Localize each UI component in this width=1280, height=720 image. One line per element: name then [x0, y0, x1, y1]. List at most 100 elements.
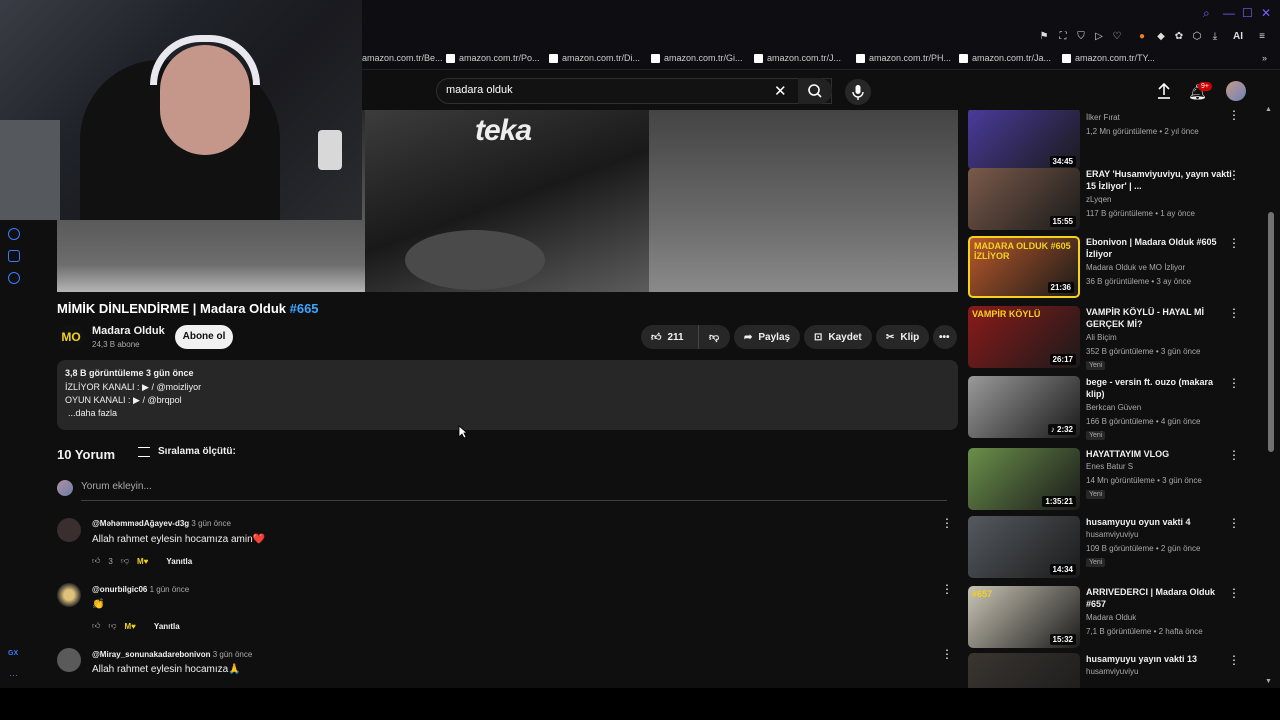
search-input[interactable]: madara olduk [446, 84, 513, 96]
recommendation-menu-icon[interactable]: ⋮ [1228, 448, 1240, 462]
settings-icon[interactable] [8, 272, 20, 284]
pin-icon[interactable]: ⚑ [1038, 31, 1050, 43]
recommendation-item[interactable]: MADARA OLDUK #605 İZLİYOR 21:36 Ebonivon |… [968, 236, 1258, 300]
shield-icon[interactable]: ⛉ [1075, 31, 1087, 43]
like-button[interactable]: 👍︎ 211 [641, 325, 698, 349]
recommendation-title[interactable]: HAYATTAYIM VLOG [1086, 448, 1234, 460]
recommendation-menu-icon[interactable]: ⋮ [1228, 376, 1240, 390]
scroll-down-icon[interactable]: ▼ [1265, 678, 1272, 685]
recommendation-item[interactable]: 1:35:21 HAYATTAYIM VLOG Enes Batur S 14 Mn … [968, 448, 1258, 512]
comment-author[interactable]: @MəhəmmədAğayev-d3g 3 gün önce [92, 519, 231, 528]
minimize-icon[interactable]: — [1223, 6, 1235, 20]
video-thumbnail[interactable]: #657 15:32 [968, 586, 1080, 648]
extension-icon[interactable]: ● [1136, 31, 1148, 43]
extension-2-icon[interactable]: ⬡ [1191, 31, 1203, 43]
more-icon[interactable]: … [9, 668, 18, 678]
recommendation-channel[interactable]: Enes Batur S [1086, 462, 1133, 471]
comment-avatar[interactable] [57, 583, 81, 607]
recommendation-title[interactable]: Ebonivon | Madara Olduk #605 İzliyor [1086, 236, 1234, 260]
recommendation-channel[interactable]: zLyqen [1086, 195, 1112, 204]
video-thumbnail[interactable] [968, 653, 1080, 690]
ai-icon[interactable]: AI [1227, 31, 1249, 43]
cube-icon[interactable]: ◆ [1155, 31, 1167, 43]
recommendation-title[interactable]: ARRIVEDERCI | Madara Olduk #657 [1086, 586, 1234, 610]
recommendation-menu-icon[interactable]: ⋮ [1228, 110, 1240, 122]
bookmark-item[interactable]: amazon.com.tr/TY... [1062, 53, 1155, 63]
recommendation-menu-icon[interactable]: ⋮ [1228, 306, 1240, 320]
recommendation-title[interactable]: husamyuyu yayın vakti 13 [1086, 653, 1234, 665]
video-thumbnail[interactable]: 34:45 [968, 110, 1080, 170]
video-thumbnail[interactable]: 1:35:21 [968, 448, 1080, 510]
history-icon[interactable] [8, 228, 20, 240]
recommendation-item[interactable]: VAMPİR KÖYLÜ 26:17 VAMPİR KÖYLÜ - HAYAL Mİ… [968, 306, 1258, 370]
recommendation-item[interactable]: ♪ 2:32 bege - versin ft. ouzo (makara kli… [968, 376, 1258, 440]
messenger-icon[interactable] [8, 250, 20, 262]
bookmark-item[interactable]: amazon.com.tr/Gi... [651, 53, 743, 63]
comment-avatar[interactable] [57, 648, 81, 672]
channel-name[interactable]: Madara Olduk [92, 325, 165, 337]
show-more-link[interactable]: ...daha fazla [68, 408, 117, 418]
video-thumbnail[interactable]: MADARA OLDUK #605 İZLİYOR 21:36 [968, 236, 1080, 298]
sort-icon[interactable] [138, 447, 150, 457]
recommendation-menu-icon[interactable]: ⋮ [1228, 586, 1240, 600]
bookmark-item[interactable]: amazon.com.tr/Po... [446, 53, 540, 63]
upload-icon[interactable] [1156, 82, 1172, 103]
reply-button[interactable]: Yanıtla [166, 557, 192, 566]
comment-menu-icon[interactable]: ⋮ [941, 516, 953, 530]
recommendation-item[interactable]: 15:55 ERAY 'Husamviyuviyu, yayın vakti 15… [968, 168, 1258, 232]
video-thumbnail[interactable]: 14:34 [968, 516, 1080, 578]
video-thumbnail[interactable]: 15:55 [968, 168, 1080, 230]
recommendation-channel[interactable]: Ali Biçim [1086, 333, 1117, 342]
recommendation-title[interactable]: ERAY 'Husamviyuviyu, yayın vakti 15 İzli… [1086, 168, 1234, 192]
thumbs-down-icon[interactable]: 👎︎ [121, 556, 129, 566]
screenshot-icon[interactable]: ⛶ [1057, 31, 1069, 43]
recommendation-item[interactable]: 14:34 husamyuyu oyun vakti 4 husamviyuviyu… [968, 516, 1258, 580]
voice-search-button[interactable] [845, 79, 871, 105]
scroll-up-icon[interactable]: ▲ [1265, 106, 1272, 113]
avatar[interactable] [1226, 81, 1246, 101]
close-window-icon[interactable]: ✕ [1261, 6, 1271, 20]
dislike-button[interactable]: 👎︎ [698, 325, 730, 349]
bookmark-item[interactable]: amazon.com.tr/Ja... [959, 53, 1051, 63]
description-box[interactable]: 3,8 B görüntüleme 3 gün önce İZLİYOR KAN… [57, 360, 958, 430]
recommendation-item[interactable]: husamyuyu yayın vakti 13 husamviyuviyu ⋮ [968, 653, 1258, 690]
recommendation-channel[interactable]: husamviyuviyu [1086, 530, 1138, 539]
thumbs-up-icon[interactable]: 👍︎ [92, 556, 100, 566]
heart-icon[interactable]: ♡ [1111, 31, 1123, 43]
comment-menu-icon[interactable]: ⋮ [941, 647, 953, 661]
search-button[interactable] [798, 78, 832, 104]
recommendation-item[interactable]: 34:45 İlker Fırat 1,2 Mn görüntüleme • 2 y… [968, 110, 1258, 172]
recommendation-channel[interactable]: İlker Fırat [1086, 113, 1120, 122]
bookmark-item[interactable]: amazon.com.tr/J... [754, 53, 841, 63]
recommendation-menu-icon[interactable]: ⋮ [1228, 653, 1240, 667]
subscribe-button[interactable]: Abone ol [175, 325, 233, 349]
clear-search-icon[interactable]: ✕ [774, 82, 787, 100]
reply-button[interactable]: Yanıtla [154, 622, 180, 631]
recommendation-channel[interactable]: Berkcan Güven [1086, 403, 1141, 412]
play-icon[interactable]: ▷ [1093, 31, 1105, 43]
video-title-tag[interactable]: #665 [290, 301, 319, 316]
recommendation-channel[interactable]: Madara Olduk ve MO İzliyor [1086, 263, 1185, 272]
share-button[interactable]: ➦ Paylaş [734, 325, 801, 349]
video-thumbnail[interactable]: VAMPİR KÖYLÜ 26:17 [968, 306, 1080, 368]
thumbs-up-icon[interactable]: 👍︎ [92, 621, 100, 631]
bookmark-item[interactable]: amazon.com.tr/PH... [856, 53, 951, 63]
more-actions-button[interactable]: ••• [933, 325, 957, 349]
menu-icon[interactable]: ≡ [1256, 31, 1268, 43]
puzzle-icon[interactable]: ✿ [1173, 31, 1185, 43]
recommendation-menu-icon[interactable]: ⋮ [1228, 236, 1240, 250]
recommendation-title[interactable]: bege - versin ft. ouzo (makara klip) [1086, 376, 1234, 400]
comment-menu-icon[interactable]: ⋮ [941, 582, 953, 596]
recommendation-channel[interactable]: husamviyuviyu [1086, 667, 1138, 676]
recommendation-channel[interactable]: Madara Olduk [1086, 613, 1136, 622]
comment-avatar[interactable] [57, 518, 81, 542]
bookmarks-overflow-icon[interactable]: » [1262, 53, 1267, 63]
recommendation-title[interactable]: VAMPİR KÖYLÜ - HAYAL Mİ GERÇEK Mİ? [1086, 306, 1234, 330]
recommendation-title[interactable]: husamyuyu oyun vakti 4 [1086, 516, 1234, 528]
recommendation-menu-icon[interactable]: ⋮ [1228, 168, 1240, 182]
thumbs-down-icon[interactable]: 👎︎ [108, 621, 116, 631]
sort-button[interactable]: Sıralama ölçütü: [158, 446, 236, 457]
save-button[interactable]: ⊡ Kaydet [804, 325, 872, 349]
maximize-icon[interactable]: ☐ [1242, 6, 1253, 20]
recommendation-item[interactable]: #657 15:32 ARRIVEDERCI | Madara Olduk #657… [968, 586, 1258, 650]
